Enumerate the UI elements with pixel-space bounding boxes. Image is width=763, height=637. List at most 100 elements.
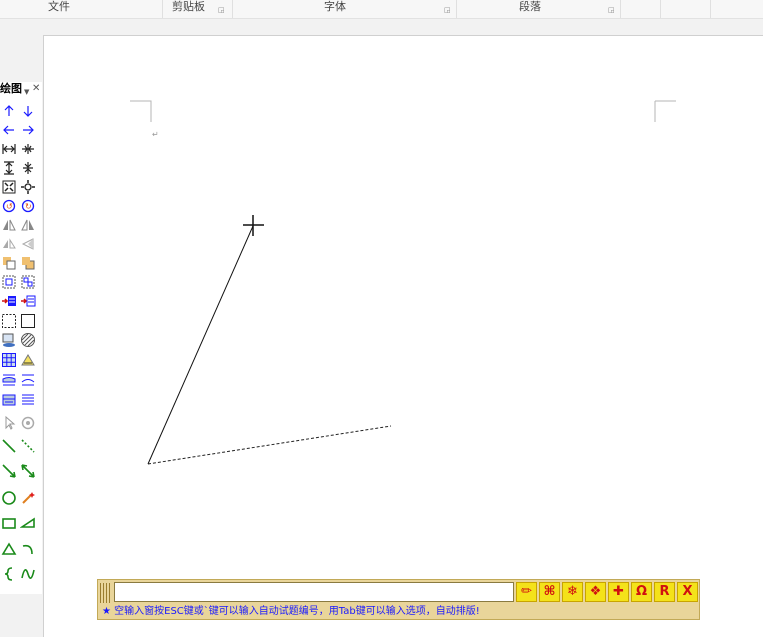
move-up-button[interactable] bbox=[1, 103, 17, 119]
ime-drag-handle[interactable] bbox=[100, 583, 112, 603]
document-page[interactable]: ↵ bbox=[43, 35, 763, 637]
hatch-icon bbox=[21, 333, 35, 347]
flip-horizontal-button[interactable] bbox=[1, 217, 17, 233]
shadow-button[interactable] bbox=[1, 332, 17, 348]
toolbar-close-icon[interactable]: ✕ bbox=[32, 82, 40, 96]
mirror-vertical-button[interactable] bbox=[20, 236, 36, 252]
toolbar-dropdown-icon[interactable]: ▼ bbox=[24, 85, 29, 99]
ime-cross-button[interactable]: ✚ bbox=[608, 582, 629, 602]
shrink-horizontal-button[interactable] bbox=[20, 141, 36, 157]
shrink-vertical-icon bbox=[23, 162, 33, 174]
svg-text:↻: ↻ bbox=[25, 202, 32, 211]
drawing-toolbar-titlebar[interactable]: 绘图 ▼ ✕ bbox=[0, 82, 42, 96]
drawn-dashed-line[interactable] bbox=[147, 425, 392, 465]
rotate-left-button[interactable]: ↺ bbox=[1, 198, 17, 214]
ime-pencil-button[interactable]: ✏ bbox=[516, 582, 537, 602]
ribbon-group-font: 字体 bbox=[324, 0, 346, 18]
ime-diamond-button[interactable]: ❖ bbox=[585, 582, 606, 602]
rectangle-tool-button[interactable] bbox=[1, 515, 17, 531]
mirror-horizontal-button[interactable] bbox=[1, 236, 17, 252]
select-dashed-button[interactable] bbox=[1, 313, 17, 329]
drawing-toolbar: 绘图 ▼ ✕ ↺ ↻ bbox=[0, 82, 42, 594]
scale-up-icon bbox=[2, 180, 16, 194]
ime-r-button[interactable]: R bbox=[654, 582, 675, 602]
double-arrow-tool-button[interactable] bbox=[20, 463, 36, 479]
dashed-rectangle-icon bbox=[2, 314, 16, 328]
wrap-top-icon bbox=[2, 374, 16, 386]
arc-tool-button[interactable] bbox=[20, 541, 36, 557]
rotate-right-icon: ↻ bbox=[21, 199, 35, 213]
omega-icon: Ω bbox=[635, 584, 648, 599]
send-backward-button[interactable] bbox=[20, 255, 36, 271]
ime-omega-button[interactable]: Ω bbox=[631, 582, 652, 602]
ime-close-button[interactable]: X bbox=[677, 582, 698, 602]
ribbon-group-label: 段落 bbox=[519, 0, 541, 13]
wrap-square-button[interactable] bbox=[20, 392, 36, 408]
ribbon-separator bbox=[456, 0, 457, 18]
ime-text-input[interactable] bbox=[114, 582, 514, 602]
below-text-button[interactable] bbox=[20, 293, 36, 309]
select-solid-button[interactable] bbox=[20, 313, 36, 329]
above-text-button[interactable] bbox=[1, 293, 17, 309]
trapezoid-tool-button[interactable] bbox=[20, 515, 36, 531]
text-on-shape-button[interactable] bbox=[20, 352, 36, 368]
bring-forward-button[interactable] bbox=[1, 255, 17, 271]
select-pointer-button[interactable] bbox=[1, 415, 17, 431]
paragraph-dialog-launcher-icon[interactable]: ◲ bbox=[608, 7, 615, 14]
page-canvas: ↵ bbox=[130, 100, 676, 465]
special-shape-tool-button[interactable] bbox=[20, 490, 36, 506]
move-left-button[interactable] bbox=[1, 122, 17, 138]
move-down-button[interactable] bbox=[20, 103, 36, 119]
grid-icon bbox=[2, 353, 16, 367]
ribbon-separator bbox=[232, 0, 233, 18]
ribbon-group-file[interactable]: 文件 bbox=[48, 0, 70, 18]
arrow-line-tool-button[interactable] bbox=[1, 463, 17, 479]
ribbon-bar: 文件 剪贴板 ◲ 字体 ◲ 段落 ◲ bbox=[0, 0, 763, 19]
shrink-vertical-button[interactable] bbox=[20, 160, 36, 176]
font-dialog-launcher-icon[interactable]: ◲ bbox=[444, 7, 451, 14]
hatch-fill-button[interactable] bbox=[20, 332, 36, 348]
solid-rectangle-icon bbox=[21, 314, 35, 328]
scale-up-button[interactable] bbox=[1, 179, 17, 195]
group-button[interactable] bbox=[1, 274, 17, 290]
drawn-solid-line[interactable] bbox=[147, 225, 254, 465]
ribbon-group-label: 剪贴板 bbox=[172, 0, 205, 13]
ribbon-separator bbox=[162, 0, 163, 18]
magic-wand-icon bbox=[22, 492, 35, 504]
brace-tool-button[interactable] bbox=[1, 566, 17, 582]
snowflake-icon: ❄ bbox=[567, 584, 578, 599]
curve-tool-button[interactable] bbox=[20, 566, 36, 582]
ime-command-button[interactable]: ⌘ bbox=[539, 582, 560, 602]
wrap-top-button[interactable] bbox=[1, 372, 17, 388]
flip-vertical-button[interactable] bbox=[20, 217, 36, 233]
wrap-tight-button[interactable] bbox=[20, 372, 36, 388]
wrap-through-button[interactable] bbox=[1, 392, 17, 408]
clipboard-dialog-launcher-icon[interactable]: ◲ bbox=[218, 7, 225, 14]
ime-input-bar: ✏ ⌘ ❄ ❖ ✚ Ω R X ★ 空输入窗按ESC键或`键可以输入自动试题编号… bbox=[97, 579, 700, 620]
expand-horizontal-button[interactable] bbox=[1, 141, 17, 157]
move-right-button[interactable] bbox=[20, 122, 36, 138]
dashed-line-tool-button[interactable] bbox=[20, 438, 36, 454]
flip-horizontal-icon bbox=[3, 219, 16, 231]
grid-button[interactable] bbox=[1, 352, 17, 368]
r-letter-icon: R bbox=[659, 584, 670, 599]
free-rotate-button[interactable] bbox=[20, 415, 36, 431]
rectangle-icon bbox=[2, 518, 16, 529]
pencil-icon: ✏ bbox=[521, 584, 532, 599]
arrow-right-icon bbox=[23, 125, 34, 135]
wrap-through-icon bbox=[2, 394, 16, 406]
arrow-left-icon bbox=[3, 125, 14, 135]
ime-snowflake-button[interactable]: ❄ bbox=[562, 582, 583, 602]
line-tool-button[interactable] bbox=[1, 438, 17, 454]
triangle-icon bbox=[1, 542, 17, 555]
ungroup-icon bbox=[21, 275, 35, 289]
above-text-icon bbox=[2, 296, 16, 306]
triangle-tool-button[interactable] bbox=[1, 541, 17, 557]
ribbon-separator bbox=[620, 0, 621, 18]
paragraph-mark-icon: ↵ bbox=[152, 130, 159, 139]
rotate-right-button[interactable]: ↻ bbox=[20, 198, 36, 214]
expand-vertical-button[interactable] bbox=[1, 160, 17, 176]
circle-tool-button[interactable] bbox=[1, 490, 17, 506]
scale-down-button[interactable] bbox=[20, 179, 36, 195]
ungroup-button[interactable] bbox=[20, 274, 36, 290]
